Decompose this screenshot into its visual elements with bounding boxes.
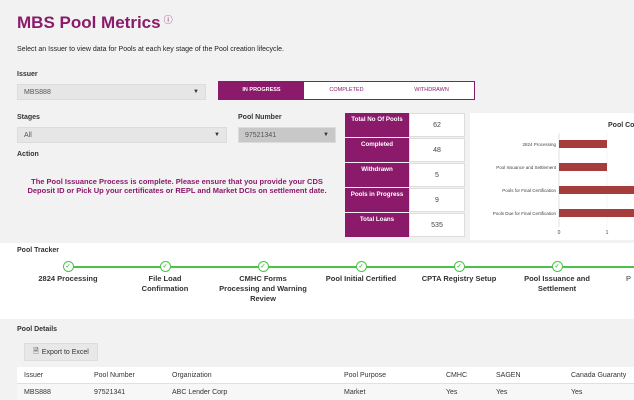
chart-bar bbox=[559, 209, 634, 217]
export-label: Export to Excel bbox=[41, 348, 89, 356]
info-icon[interactable]: ⓘ bbox=[164, 15, 173, 25]
tracker-step-label: Pool Initial Certified bbox=[325, 274, 397, 283]
action-label: Action bbox=[17, 151, 39, 158]
stat-total-loans: Total Loans 535 bbox=[345, 213, 465, 237]
tracker-step-label: File Load Confirmation bbox=[141, 274, 189, 293]
tab-in-progress[interactable]: IN PROGRESS bbox=[219, 82, 304, 99]
tracker-step-label: CPTA Registry Setup bbox=[421, 274, 497, 283]
tracker-step-label: P bbox=[626, 274, 632, 283]
pool-chart: Pool Co 2824 Processing Pool Issuance and … bbox=[470, 113, 634, 240]
chevron-down-icon: ▼ bbox=[193, 89, 199, 95]
issuer-value: MBS888 bbox=[24, 88, 51, 96]
pool-number-label: Pool Number bbox=[238, 114, 282, 121]
tab-withdrawn[interactable]: WITHDRAWN bbox=[389, 82, 474, 99]
pool-chart-svg: Pool Co 2824 Processing Pool Issuance and … bbox=[493, 122, 634, 236]
pool-details-table: Issuer Pool Number Organization Pool Purpos… bbox=[17, 367, 634, 400]
table-cell: Market bbox=[344, 388, 366, 396]
pool-number-select[interactable]: 97521341 ▼ bbox=[238, 127, 336, 143]
stages-select[interactable]: All ▼ bbox=[17, 127, 227, 143]
column-header[interactable]: SAGEN bbox=[489, 372, 564, 379]
table-cell: 97521341 bbox=[94, 388, 126, 396]
chevron-down-icon: ▼ bbox=[323, 132, 329, 138]
table-cell: MBS888 bbox=[24, 388, 51, 396]
check-circle-icon: ✓ bbox=[62, 261, 74, 272]
chart-tick-label: 1 bbox=[606, 230, 609, 236]
tracker-line bbox=[70, 266, 634, 268]
stat-completed: Completed 48 bbox=[345, 138, 465, 162]
table-cell: Yes bbox=[496, 388, 508, 396]
table-cell: Yes bbox=[446, 388, 458, 396]
chart-category-label: Pools for Final Certification bbox=[502, 188, 556, 193]
pool-details-label: Pool Details bbox=[17, 326, 58, 333]
stages-label: Stages bbox=[17, 114, 40, 121]
check-circle-icon: ✓ bbox=[551, 261, 563, 272]
check-circle-icon: ✓ bbox=[355, 261, 367, 272]
column-header[interactable]: Pool Purpose bbox=[337, 372, 439, 379]
pool-tracker-label: Pool Tracker bbox=[17, 247, 60, 254]
table-header: Issuer Pool Number Organization Pool Purpos… bbox=[17, 367, 634, 384]
stat-pools-in-progress: Pools in Progress 9 bbox=[345, 188, 465, 212]
file-icon: 🗎 bbox=[33, 347, 39, 355]
tab-completed[interactable]: COMPLETED bbox=[304, 82, 389, 99]
chart-tick-label: 0 bbox=[558, 230, 561, 236]
column-header[interactable]: CMHC bbox=[439, 372, 489, 379]
stats-panel: Total No Of Pools 62 Completed 48 Withdraw… bbox=[345, 113, 465, 238]
action-message: The Pool Issuance Process is complete. P… bbox=[27, 177, 327, 195]
chevron-down-icon: ▼ bbox=[214, 132, 220, 138]
chart-title: Pool Co bbox=[608, 122, 634, 129]
table-cell: Yes bbox=[571, 388, 583, 396]
stages-value: All bbox=[24, 131, 32, 139]
export-excel-button[interactable]: 🗎 Export to Excel bbox=[24, 343, 98, 361]
stat-withdrawn: Withdrawn 5 bbox=[345, 163, 465, 187]
table-cell: ABC Lender Corp bbox=[172, 388, 228, 396]
chart-category-label: Pools Due for Final Certification bbox=[493, 211, 557, 216]
page-title: MBS Pool Metrics ⓘ bbox=[17, 13, 173, 32]
check-circle-icon: ✓ bbox=[257, 261, 269, 272]
stat-total-pools: Total No Of Pools 62 bbox=[345, 113, 465, 137]
column-header[interactable]: Canada Guaranty bbox=[564, 372, 634, 379]
chart-bar bbox=[559, 140, 607, 148]
column-header[interactable]: Issuer bbox=[17, 372, 87, 379]
check-circle-icon: ✓ bbox=[453, 261, 465, 272]
page-subtitle: Select an Issuer to view data for Pools … bbox=[17, 46, 284, 53]
check-circle-icon: ✓ bbox=[159, 261, 171, 272]
status-tabs: IN PROGRESS COMPLETED WITHDRAWN bbox=[218, 81, 475, 100]
chart-category-label: 2824 Processing bbox=[522, 142, 556, 147]
table-row[interactable]: MBS888 97521341 ABC Lender Corp Market Yes Ye… bbox=[17, 384, 634, 400]
column-header[interactable]: Organization bbox=[165, 372, 337, 379]
column-header[interactable]: Pool Number bbox=[87, 372, 165, 379]
issuer-select[interactable]: MBS888 ▼ bbox=[17, 84, 206, 100]
chart-bar bbox=[559, 186, 634, 194]
pool-number-value: 97521341 bbox=[245, 131, 277, 139]
tracker-step-label: Pool Issuance and Settlement bbox=[524, 274, 590, 293]
tracker-step-label: 2824 Processing bbox=[38, 274, 98, 283]
issuer-label: Issuer bbox=[17, 71, 38, 78]
tracker-step-label: CMHC Forms Processing and Warning Review bbox=[219, 274, 307, 303]
chart-category-label: Pool Issuance and Settlement bbox=[496, 165, 557, 170]
chart-bar bbox=[559, 163, 607, 171]
